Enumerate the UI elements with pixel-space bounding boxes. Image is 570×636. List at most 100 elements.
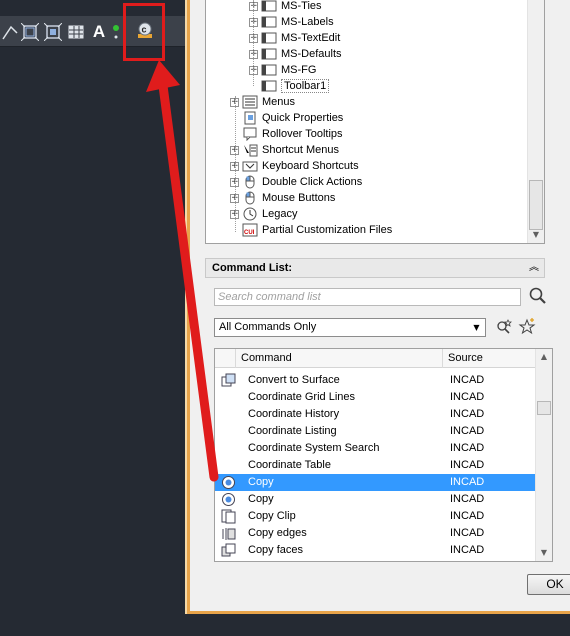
tree-item[interactable]: + MS-TextEdit [249, 30, 340, 46]
tree-item[interactable]: + MS-Ties [249, 0, 322, 14]
tree-item-label: Legacy [262, 208, 298, 220]
command-row[interactable]: Coordinate History INCAD [215, 406, 537, 423]
command-row[interactable]: Coordinate Grid Lines INCAD [215, 389, 537, 406]
tree-item[interactable]: Toolbar1 [249, 78, 330, 94]
toolbar-icon [261, 31, 277, 45]
find-command-icon[interactable] [495, 318, 513, 336]
command-source: INCAD [450, 425, 485, 437]
command-source: INCAD [450, 510, 485, 522]
command-source: INCAD [450, 544, 485, 556]
tree-guide-line [235, 96, 236, 232]
tree-item-label: Mouse Buttons [262, 192, 336, 204]
command-row[interactable]: Copy INCAD [215, 474, 537, 491]
search-input[interactable] [214, 288, 521, 306]
command-source: INCAD [450, 459, 485, 471]
command-source: INCAD [450, 442, 485, 454]
grid-scroll-thumb[interactable] [537, 401, 551, 415]
shortcut-menu-icon [242, 143, 258, 157]
command-name: Copy faces [248, 544, 304, 556]
filter-value: All Commands Only [219, 321, 317, 333]
column-header-source[interactable]: Source [442, 349, 522, 368]
tree-item-label: MS-Labels [281, 16, 334, 28]
command-list-title: Command List: [212, 262, 293, 274]
command-name: Copy edges [248, 527, 307, 539]
command-name: Coordinate Listing [248, 425, 337, 437]
column-header-command[interactable]: Command [235, 349, 442, 368]
command-row[interactable]: Copy edges INCAD [215, 525, 537, 542]
command-filter-dropdown[interactable]: All Commands Only ▼ [214, 318, 486, 337]
tree-item-label: MS-TextEdit [281, 32, 341, 44]
tree-item[interactable]: + Shortcut Menus [230, 142, 339, 158]
tree-item[interactable]: CUI Partial Customization Files [230, 222, 392, 238]
tree-scroll-thumb[interactable] [529, 180, 543, 230]
surface-icon [221, 373, 236, 388]
grid-scroll-down[interactable]: ▼ [536, 545, 552, 561]
tree-scroll-down[interactable]: ▼ [528, 227, 544, 243]
desktop-strip [187, 614, 570, 636]
tree-item-label: Partial Customization Files [262, 224, 393, 236]
tree-item[interactable]: + MS-Labels [249, 14, 334, 30]
copy-icon [221, 475, 236, 490]
grid-scrollbar[interactable]: ▲ ▼ [535, 349, 552, 561]
command-row[interactable]: Coordinate System Search INCAD [215, 440, 537, 457]
collapse-icon[interactable]: ︽ [527, 261, 541, 275]
customize-dialog: + MS-Ties + MS-Labels + MS-TextEdit + MS-Defaul… [187, 0, 570, 614]
tree-guide-line [253, 0, 254, 86]
ucs-icon[interactable] [20, 22, 40, 42]
tree-item[interactable]: + Legacy [230, 206, 297, 222]
command-row[interactable]: Copy Clip INCAD [215, 508, 537, 525]
grid-scroll-up[interactable]: ▲ [536, 349, 552, 365]
command-row[interactable]: Copy faces INCAD [215, 542, 537, 559]
keyboard-icon [242, 159, 258, 173]
tree-item-label: Menus [262, 96, 296, 108]
command-source: INCAD [450, 408, 485, 420]
tree-item[interactable]: + Double Click Actions [230, 174, 362, 190]
tree-item[interactable]: Quick Properties [230, 110, 343, 126]
legacy-icon [242, 207, 258, 221]
polyline-icon[interactable] [0, 22, 20, 42]
copy-edges-icon [221, 526, 236, 541]
tree-item[interactable]: + MS-Defaults [249, 46, 342, 62]
new-command-icon[interactable] [518, 317, 536, 335]
text-icon[interactable]: A [89, 22, 109, 42]
command-row[interactable]: Coordinate Listing INCAD [215, 423, 537, 440]
tree-item-label: Keyboard Shortcuts [262, 160, 359, 172]
tree-item[interactable]: + MS-FG [249, 62, 316, 78]
command-row[interactable]: Convert to Surface INCAD [215, 372, 537, 389]
region-icon[interactable] [43, 22, 63, 42]
command-source: INCAD [450, 391, 485, 403]
highlight-box [123, 3, 165, 61]
ok-button[interactable]: OK [527, 574, 570, 595]
copy-clip-icon [221, 509, 236, 524]
toolbar-icon [261, 63, 277, 77]
tree-item[interactable]: + Menus [230, 94, 295, 110]
chevron-down-icon[interactable]: ▼ [470, 321, 483, 334]
command-name: Coordinate Table [248, 459, 331, 471]
command-source: INCAD [450, 374, 485, 386]
status-dot-icon [110, 22, 122, 42]
icon-column-header [215, 349, 235, 368]
command-source: INCAD [450, 476, 485, 488]
command-name: Copy Clip [248, 510, 296, 522]
tree-item-label: Toolbar1 [281, 79, 330, 93]
tree-scrollbar[interactable]: ▼ [527, 0, 544, 243]
tree-item-label: Shortcut Menus [262, 144, 340, 156]
tree-item-label: MS-FG [281, 64, 317, 76]
copy-icon [221, 492, 236, 507]
tree-item-label: Double Click Actions [262, 176, 363, 188]
command-row[interactable]: Coordinate Table INCAD [215, 457, 537, 474]
table-icon[interactable] [66, 22, 86, 42]
command-name: Coordinate Grid Lines [248, 391, 356, 403]
tree-item-label: MS-Defaults [281, 48, 342, 60]
search-icon[interactable] [528, 286, 548, 306]
copy-faces-icon [221, 543, 236, 558]
tooltip-icon [242, 127, 258, 142]
toolbar-icon [261, 47, 277, 61]
dialog-body: + MS-Ties + MS-Labels + MS-TextEdit + MS-Defaul… [198, 0, 570, 611]
command-name: Convert to Surface [248, 374, 340, 386]
mouse-icon [242, 175, 258, 189]
tree-item[interactable]: + Mouse Buttons [230, 190, 335, 206]
command-row[interactable]: Copy INCAD [215, 491, 537, 508]
tree-item[interactable]: + Keyboard Shortcuts [230, 158, 359, 174]
tree-item[interactable]: Rollover Tooltips [230, 126, 343, 142]
